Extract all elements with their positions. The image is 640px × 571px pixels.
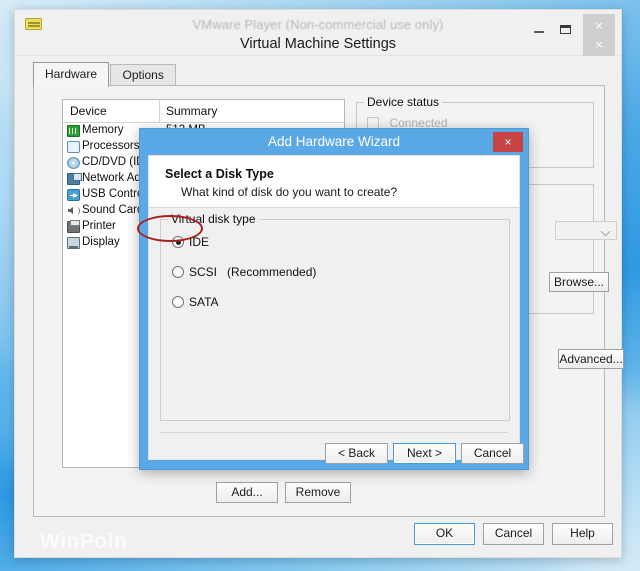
device-name: Memory — [82, 124, 124, 136]
group-title: Virtual disk type — [168, 212, 259, 226]
cancel-button[interactable]: Cancel — [483, 523, 544, 545]
column-divider — [159, 100, 160, 122]
remove-button[interactable]: Remove — [285, 482, 351, 503]
device-name: Printer — [82, 220, 116, 232]
maximize-icon[interactable] — [553, 19, 577, 39]
virtual-disk-type-group: Virtual disk type IDE SCSI (Recommended) … — [160, 212, 510, 421]
close-dialog-icon[interactable]: × — [583, 34, 615, 56]
radio-icon[interactable] — [172, 296, 184, 308]
wizard-cancel-button[interactable]: Cancel — [461, 443, 524, 464]
printer-icon — [67, 220, 80, 233]
ok-button[interactable]: OK — [414, 523, 475, 545]
close-icon[interactable]: × — [493, 132, 523, 152]
chevron-down-icon — [600, 226, 611, 237]
device-name: Display — [82, 236, 120, 248]
wizard-heading: Select a Disk Type — [165, 167, 274, 181]
column-header-summary: Summary — [166, 104, 218, 118]
wizard-header: Select a Disk Type What kind of disk do … — [149, 156, 519, 208]
wizard-body: Select a Disk Type What kind of disk do … — [148, 155, 524, 464]
display-icon — [67, 237, 80, 249]
minimize-icon[interactable] — [527, 19, 551, 39]
advanced-button[interactable]: Advanced... — [558, 349, 624, 369]
vmware-player-window: VMware Player (Non-commercial use only) … — [14, 9, 624, 558]
radio-label: SATA — [189, 295, 219, 309]
browse-button[interactable]: Browse... — [549, 272, 609, 292]
column-header-device: Device — [70, 104, 107, 118]
title-bar: VMware Player (Non-commercial use only) … — [15, 10, 621, 56]
radio-option-scsi[interactable]: SCSI (Recommended) — [172, 265, 316, 279]
radio-icon[interactable] — [172, 236, 184, 248]
radio-option-sata[interactable]: SATA — [172, 295, 219, 309]
tab-strip: Hardware Options — [33, 62, 176, 87]
wizard-subheading: What kind of disk do you want to create? — [181, 185, 398, 199]
iso-dropdown[interactable] — [555, 221, 617, 240]
network-adapter-icon — [67, 173, 82, 185]
radio-option-ide[interactable]: IDE — [172, 235, 209, 249]
device-list-header: Device Summary — [63, 100, 344, 123]
radio-label: SCSI — [189, 265, 218, 279]
tab-options[interactable]: Options — [110, 64, 176, 87]
add-hardware-wizard-dialog: Add Hardware Wizard × Select a Disk Type… — [139, 128, 529, 470]
help-button[interactable]: Help — [552, 523, 613, 545]
device-name: Processors — [82, 140, 140, 152]
radio-label: IDE — [189, 235, 210, 249]
tab-hardware[interactable]: Hardware — [33, 62, 110, 87]
next-button[interactable]: Next > — [393, 443, 456, 464]
radio-note: (Recommended) — [227, 265, 317, 279]
wizard-title: Add Hardware Wizard — [267, 134, 401, 149]
usb-controller-icon — [67, 189, 80, 201]
divider — [160, 432, 508, 433]
back-button[interactable]: < Back — [325, 443, 388, 464]
device-name: Sound Card — [82, 204, 144, 216]
processor-icon — [67, 141, 80, 153]
cd-dvd-icon — [67, 157, 80, 169]
radio-icon[interactable] — [172, 266, 184, 278]
add-button[interactable]: Add... — [216, 482, 278, 503]
wizard-title-bar: Add Hardware Wizard × — [140, 129, 528, 155]
group-title: Device status — [364, 95, 443, 109]
sound-card-icon — [67, 205, 80, 217]
memory-icon — [67, 125, 80, 137]
